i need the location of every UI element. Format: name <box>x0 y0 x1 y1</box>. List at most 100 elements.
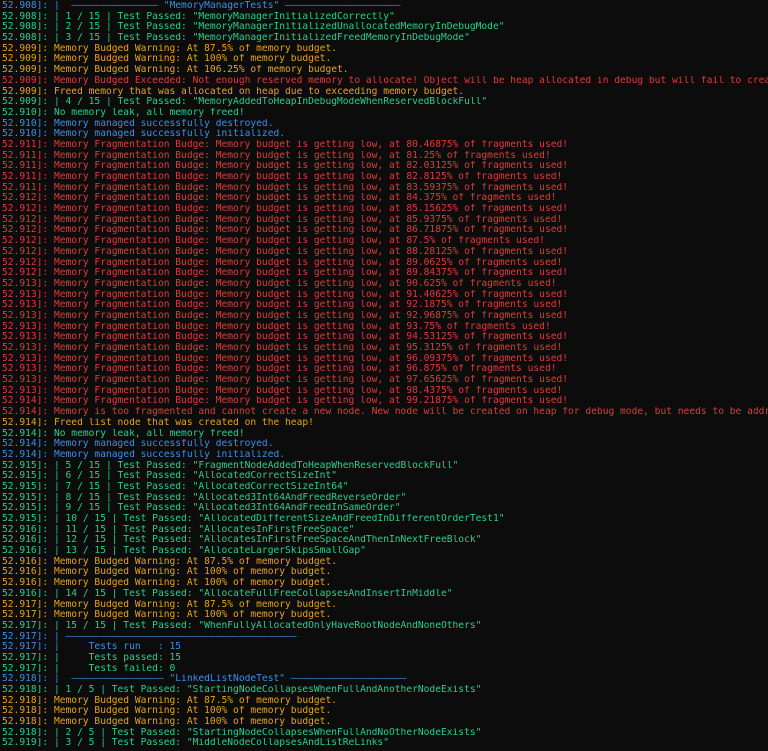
log-line: 52.911]: Memory Fragmentation Budge: Mem… <box>0 172 768 183</box>
log-line: 52.917]: | Tests passed: 15 <box>0 653 768 664</box>
log-message: Memory Fragmentation Budge: Memory budge… <box>53 182 569 193</box>
log-timestamp: 52.909]: <box>2 86 54 97</box>
log-timestamp: 52.909]: <box>2 97 54 108</box>
log-line: 52.919]: | 3 / 5 | Test Passed: "MiddleN… <box>0 738 768 749</box>
log-line: 52.911]: Memory Fragmentation Budge: Mem… <box>0 183 768 194</box>
log-line: 52.910]: Memory managed successfully des… <box>0 119 768 130</box>
log-message: Memory managed successfully initialized. <box>53 449 286 460</box>
log-message: Memory Budged Warning: At 100% of memory… <box>53 717 332 728</box>
log-timestamp: 52.913]: <box>2 300 54 311</box>
log-message: No memory leak, all memory freed! <box>53 428 245 439</box>
log-line: 52.908]: | ——————————————— "MemoryManage… <box>0 1 768 12</box>
log-message: | ———————————————— "LinkedListNodeTest" … <box>53 674 407 685</box>
log-line: 52.916]: Memory Budged Warning: At 87.5%… <box>0 557 768 568</box>
log-message: | 3 / 15 | Test Passed: "MemoryManagerIn… <box>53 33 470 44</box>
log-timestamp: 52.913]: <box>2 353 54 364</box>
log-line: 52.908]: | 3 / 15 | Test Passed: "Memory… <box>0 33 768 44</box>
log-timestamp: 52.917]: <box>2 610 54 621</box>
log-line: 52.914]: Memory managed successfully ini… <box>0 450 768 461</box>
log-message: Memory Fragmentation Budge: Memory budge… <box>53 246 569 257</box>
log-line: 52.912]: Memory Fragmentation Budge: Mem… <box>0 258 768 269</box>
log-timestamp: 52.915]: <box>2 492 54 503</box>
log-message: Memory Fragmentation Budge: Memory budge… <box>53 139 569 150</box>
log-timestamp: 52.915]: <box>2 471 54 482</box>
log-timestamp: 52.917]: <box>2 652 54 663</box>
log-timestamp: 52.918]: <box>2 685 54 695</box>
log-message: | 10 / 15 | Test Passed: "AllocatedDiffe… <box>53 514 505 524</box>
log-message: Memory Fragmentation Budge: Memory budge… <box>53 385 563 396</box>
log-line: 52.915]: | 10 / 15 | Test Passed: "Alloc… <box>0 514 768 525</box>
log-line: 52.915]: | 8 / 15 | Test Passed: "Alloca… <box>0 493 768 504</box>
log-line: 52.912]: Memory Fragmentation Budge: Mem… <box>0 268 768 279</box>
log-timestamp: 52.908]: <box>2 22 54 33</box>
log-line: 52.914]: Freed list node that was create… <box>0 418 768 429</box>
log-message: | 5 / 15 | Test Passed: "FragmentNodeAdd… <box>53 460 459 471</box>
log-line: 52.909]: Memory Budged Warning: At 106.2… <box>0 65 768 76</box>
log-timestamp: 52.916]: <box>2 556 54 567</box>
log-line: 52.909]: Memory Budged Warning: At 100% … <box>0 54 768 65</box>
log-message: Memory Fragmentation Budge: Memory budge… <box>53 257 563 268</box>
log-message: Memory Fragmentation Budge: Memory budge… <box>53 289 569 300</box>
log-line: 52.912]: Memory Fragmentation Budge: Mem… <box>0 204 768 215</box>
log-timestamp: 52.913]: <box>2 310 54 321</box>
log-timestamp: 52.912]: <box>2 246 54 257</box>
log-line: 52.914]: No memory leak, all memory free… <box>0 429 768 440</box>
log-message: | 11 / 15 | Test Passed: "AllocatesInFir… <box>53 524 355 535</box>
log-message: | 14 / 15 | Test Passed: "AllocateFullFr… <box>53 588 453 599</box>
log-timestamp: 52.918]: <box>2 717 54 728</box>
log-timestamp: 52.917]: <box>2 642 54 653</box>
log-timestamp: 52.916]: <box>2 567 54 578</box>
log-timestamp: 52.915]: <box>2 481 54 492</box>
log-line: 52.913]: Memory Fragmentation Budge: Mem… <box>0 386 768 397</box>
log-line: 52.915]: | 9 / 15 | Test Passed: "Alloca… <box>0 503 768 514</box>
log-message: | 9 / 15 | Test Passed: "Allocated3Int64… <box>53 503 401 514</box>
log-message: Memory Budged Warning: At 87.5% of memor… <box>53 599 338 610</box>
log-message: | 15 / 15 | Test Passed: "WhenFullyAlloc… <box>53 620 482 631</box>
log-timestamp: 52.914]: <box>2 396 54 407</box>
log-message: Memory Fragmentation Budge: Memory budge… <box>53 236 545 247</box>
log-timestamp: 52.914]: <box>2 417 54 428</box>
log-timestamp: 52.910]: <box>2 129 54 140</box>
log-timestamp: 52.916]: <box>2 588 54 599</box>
log-timestamp: 52.915]: <box>2 514 54 524</box>
log-line: 52.911]: Memory Fragmentation Budge: Mem… <box>0 140 768 151</box>
log-timestamp: 52.911]: <box>2 150 54 161</box>
log-line: 52.909]: Freed memory that was allocated… <box>0 87 768 98</box>
log-message: Memory Fragmentation Budge: Memory budge… <box>53 204 569 215</box>
log-message: Memory Fragmentation Budge: Memory budge… <box>53 150 551 161</box>
log-message: Memory managed successfully destroyed. <box>53 439 274 450</box>
log-timestamp: 52.914]: <box>2 428 54 439</box>
log-message: Memory Fragmentation Budge: Memory budge… <box>53 310 569 321</box>
log-message: Memory Fragmentation Budge: Memory budge… <box>53 161 569 172</box>
log-line: 52.916]: Memory Budged Warning: At 100% … <box>0 567 768 578</box>
log-line: 52.912]: Memory Fragmentation Budge: Mem… <box>0 215 768 226</box>
log-timestamp: 52.917]: <box>2 599 54 610</box>
log-timestamp: 52.909]: <box>2 43 54 54</box>
log-timestamp: 52.918]: <box>2 674 54 685</box>
log-line: 52.911]: Memory Fragmentation Budge: Mem… <box>0 161 768 172</box>
log-line: 52.914]: Memory managed successfully des… <box>0 439 768 450</box>
console-output[interactable]: 52.908]: | ——————————————— "MemoryManage… <box>0 0 768 751</box>
log-message: Memory Fragmentation Budge: Memory budge… <box>53 172 563 182</box>
log-message: Memory Budged Warning: At 100% of memory… <box>53 567 332 578</box>
log-timestamp: 52.913]: <box>2 289 54 300</box>
log-timestamp: 52.913]: <box>2 343 54 353</box>
log-timestamp: 52.911]: <box>2 182 54 193</box>
log-message: Memory Budged Warning: At 87.5% of memor… <box>53 556 338 567</box>
log-message: Memory Fragmentation Budge: Memory budge… <box>53 364 557 375</box>
log-timestamp: 52.916]: <box>2 578 54 589</box>
log-message: | Tests passed: 15 <box>53 652 182 663</box>
log-message: | 13 / 15 | Test Passed: "AllocateLarger… <box>53 546 366 557</box>
log-line: 52.913]: Memory Fragmentation Budge: Mem… <box>0 343 768 354</box>
log-message: | 6 / 15 | Test Passed: "AllocatedCorrec… <box>53 471 338 482</box>
log-message: Memory Fragmentation Budge: Memory budge… <box>53 321 551 332</box>
log-message: | ——————————————————————————————————————… <box>53 631 297 642</box>
log-line: 52.909]: Memory Budged Warning: At 87.5%… <box>0 44 768 55</box>
log-line: 52.911]: Memory Fragmentation Budge: Mem… <box>0 151 768 162</box>
log-timestamp: 52.916]: <box>2 524 54 535</box>
log-message: | 8 / 15 | Test Passed: "Allocated3Int64… <box>53 492 407 503</box>
log-timestamp: 52.908]: <box>2 33 54 44</box>
log-timestamp: 52.912]: <box>2 268 54 279</box>
log-timestamp: 52.909]: <box>2 54 54 65</box>
log-timestamp: 52.914]: <box>2 449 54 460</box>
